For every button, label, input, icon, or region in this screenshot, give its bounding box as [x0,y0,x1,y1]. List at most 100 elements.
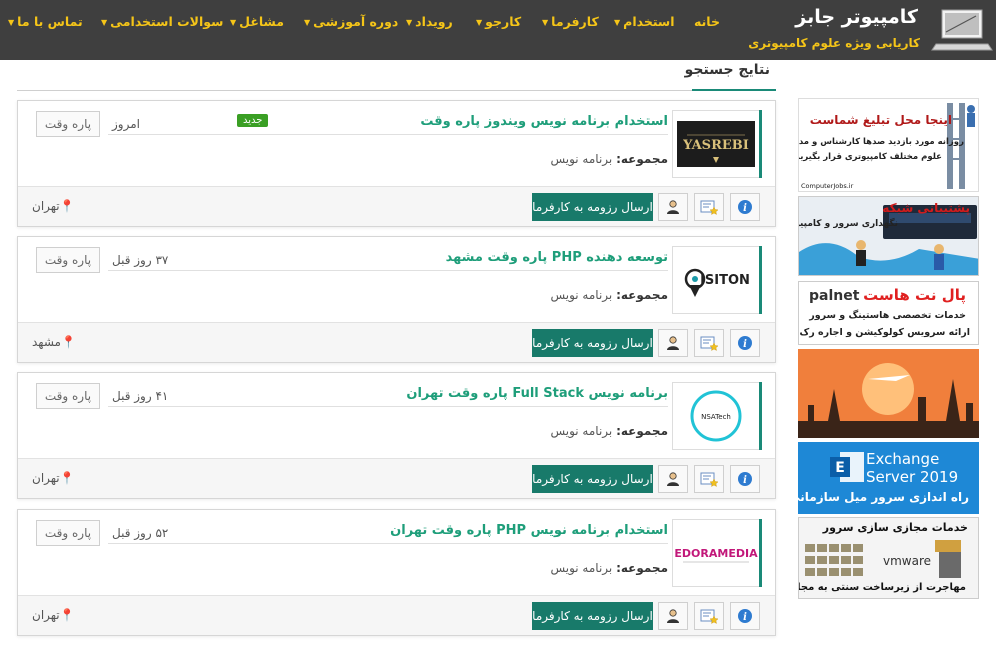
nav-home[interactable]: خانه [694,14,720,29]
site-header: کامپیوتر جابز کاریابی ویژه علوم کامپیوتر… [0,0,996,60]
new-badge: جدید [237,114,269,127]
info-button[interactable]: i [730,329,760,357]
company-logo[interactable]: EDORAMEDIA [672,519,760,587]
ad-line: نگهداری سرور و کامپیوتر [799,219,898,229]
info-icon: i [738,200,752,214]
send-resume-button[interactable]: ارسال رزومه به کارفرما [532,329,653,357]
ad-footer: ComputerJobs.ir [801,182,854,190]
ad-title: اینجا محل تبلیغ شماست [809,113,952,127]
map-pin-icon: 📍 [60,335,76,349]
job-type-badge[interactable]: پاره وقت [36,111,100,137]
site-name[interactable]: کامپیوتر جابز [795,6,918,28]
nav-courses[interactable]: دوره آموزشی▼ [304,14,398,29]
svg-text:i: i [743,612,747,623]
send-resume-button[interactable]: ارسال رزومه به کارفرما [532,193,653,221]
info-icon: i [738,609,752,623]
site-logo-icon[interactable] [928,4,994,54]
divider [108,270,668,271]
ad-line: علوم مختلف کامپیوتری قرار بگیرید [798,152,942,162]
nav-contact[interactable]: تماس با ما▼ [8,14,83,29]
nav-careers[interactable]: مشاغل▼ [230,14,284,29]
ad-banner-palnet[interactable]: پال نت هاست palnet خدمات تخصصی هاستینگ و… [798,281,979,345]
user-icon [667,472,679,486]
job-type-badge[interactable]: پاره وقت [36,383,100,409]
ad-line: ارائه سرویس کولوکیشن و اجاره رک [799,327,970,338]
company-logo[interactable]: YASREBI [672,110,760,178]
chevron-down-icon: ▼ [8,18,15,27]
divider [108,406,668,407]
nav-jobs[interactable]: استخدام▼ [614,14,675,29]
accent-bar [759,110,762,178]
job-title[interactable]: توسعه دهنده PHP پاره وقت مشهد [446,250,668,265]
ad-line: خدمات تخصصی هاستینگ و سرور [809,310,966,321]
job-location: 📍تهران [32,471,75,485]
note-star-icon [700,200,718,215]
chevron-down-icon: ▼ [406,18,413,27]
send-resume-button[interactable]: ارسال رزومه به کارفرما [532,602,653,630]
ad-banner-virtualization[interactable]: خدمات مجازی سازی سرور vmware مهاجرت از ز… [798,517,979,599]
svg-text:i: i [743,475,747,486]
info-button[interactable]: i [730,602,760,630]
vmware-logo: vmware [883,554,932,568]
map-pin-icon: 📍 [59,608,75,622]
chevron-down-icon: ▼ [304,18,311,27]
accent-bar [759,246,762,314]
ad-line: روزانه مورد بازدید صدها کارشناس و مدیر [798,137,964,147]
user-icon [667,200,679,214]
exchange-logo-icon: E [830,452,864,482]
user-profile-button[interactable] [658,193,688,221]
info-button[interactable]: i [730,465,760,493]
map-pin-icon: 📍 [59,199,75,213]
ad-banner-travel[interactable] [798,349,979,438]
nav-employer[interactable]: کارفرما▼ [542,14,599,29]
svg-text:NSATech: NSATech [701,413,731,421]
map-pin-icon: 📍 [59,471,75,485]
divider [17,90,776,91]
category-value: برنامه نویس [550,152,613,166]
user-profile-button[interactable] [658,465,688,493]
bookmark-button[interactable] [694,193,724,221]
category-value: برنامه نویس [550,288,613,302]
category-label: مجموعه: [616,561,668,575]
svg-text:E: E [835,460,845,476]
send-resume-button[interactable]: ارسال رزومه به کارفرما [532,465,653,493]
category-label: مجموعه: [616,424,668,438]
user-icon [667,336,679,350]
ad-title: پال نت هاست [863,286,966,304]
nav-interview-questions[interactable]: سوالات استخدامی▼ [101,14,223,29]
bookmark-button[interactable] [694,602,724,630]
job-title[interactable]: برنامه نویس Full Stack پاره وقت تهران [406,386,668,401]
job-location: 📍مشهد [32,335,76,349]
chevron-down-icon: ▼ [230,18,237,27]
note-star-icon [700,609,718,624]
job-title[interactable]: استخدام برنامه نویس ویندوز پاره وقت [420,114,668,129]
accent-bar [759,519,762,587]
company-logo[interactable]: ISITON [672,246,760,314]
bookmark-button[interactable] [694,329,724,357]
user-profile-button[interactable] [658,602,688,630]
bookmark-button[interactable] [694,465,724,493]
user-icon [667,609,679,623]
nav-events[interactable]: رویداد▼ [406,14,453,29]
job-type-badge[interactable]: پاره وقت [36,247,100,273]
ad-line: مهاجرت از زیرساخت سنتی به مجازی [798,582,966,593]
divider-accent [692,89,776,91]
job-location: 📍تهران [32,608,75,622]
job-title[interactable]: استخدام برنامه نویس PHP پاره وقت تهران [390,523,668,538]
svg-text:i: i [743,203,747,214]
job-category: مجموعه: برنامه نویس [550,152,668,166]
ad-banner-exchange[interactable]: E Exchange Server 2019 راه اندازی سرور م… [798,442,979,514]
note-star-icon [700,472,718,487]
nav-jobseeker[interactable]: کارجو▼ [476,14,521,29]
job-type-badge[interactable]: پاره وقت [36,520,100,546]
ad-banner-advertise[interactable]: اینجا محل تبلیغ شماست روزانه مورد بازدید… [798,98,979,192]
company-logo[interactable]: NSATech [672,382,760,450]
info-icon: i [738,336,752,350]
job-category: مجموعه: برنامه نویس [550,424,668,438]
category-label: مجموعه: [616,152,668,166]
user-profile-button[interactable] [658,329,688,357]
category-label: مجموعه: [616,288,668,302]
info-button[interactable]: i [730,193,760,221]
ad-banner-network-support[interactable]: پشتیبانی شبکه نگهداری سرور و کامپیوتر [798,196,979,276]
post-date: ۵۲ روز قبل [112,526,169,540]
